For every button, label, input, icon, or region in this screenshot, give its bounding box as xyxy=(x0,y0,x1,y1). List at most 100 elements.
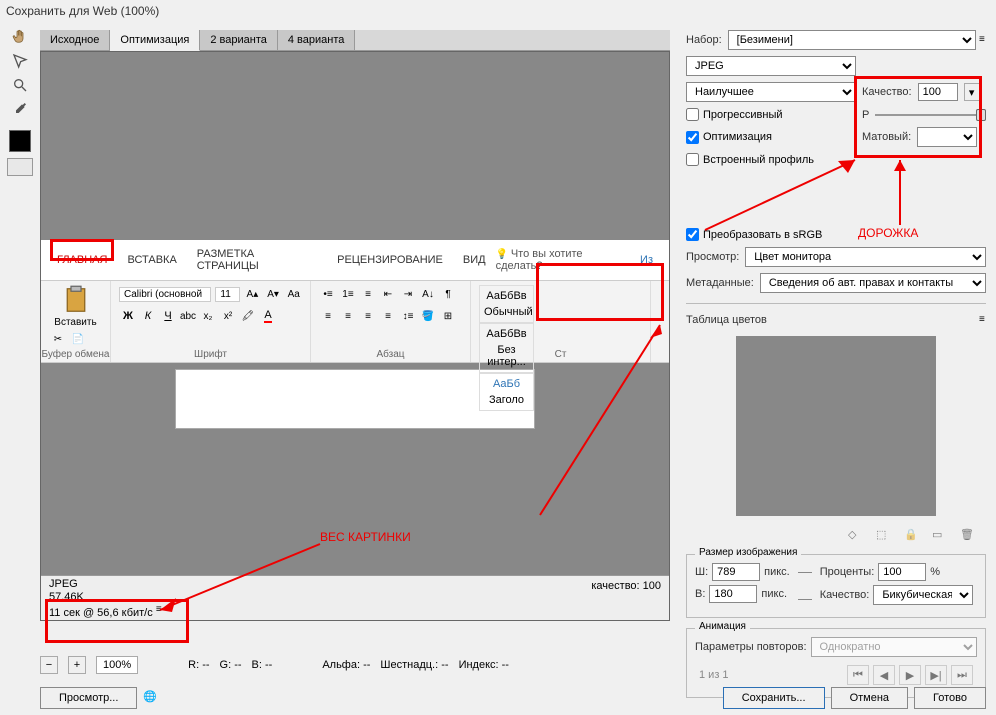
underline-icon[interactable]: Ч xyxy=(159,307,177,325)
link-dimensions-icon[interactable] xyxy=(798,572,812,600)
align-left-icon[interactable]: ≡ xyxy=(319,307,337,325)
ct-tool-2-icon[interactable]: ⬚ xyxy=(876,528,890,542)
decrease-font-icon[interactable]: A▾ xyxy=(265,285,282,303)
style-normal[interactable]: АаБбВв Обычный xyxy=(479,285,534,323)
color-table-menu-icon[interactable] xyxy=(982,314,986,326)
word-tab-home[interactable]: ГЛАВНАЯ xyxy=(47,248,117,272)
numbering-icon[interactable]: 1≡ xyxy=(339,285,357,303)
quality-input[interactable] xyxy=(918,83,958,101)
eyedropper-tool-icon[interactable] xyxy=(7,98,33,120)
show-marks-icon[interactable]: ¶ xyxy=(439,285,457,303)
height-input[interactable] xyxy=(709,585,757,603)
word-tab-layout[interactable]: РАЗМЕТКА СТРАНИЦЫ xyxy=(187,242,327,278)
style-no-spacing[interactable]: АаБбВв Без интер... xyxy=(479,323,534,373)
superscript-icon[interactable]: x² xyxy=(219,307,237,325)
hand-tool-icon[interactable] xyxy=(7,26,33,48)
info-menu-icon[interactable] xyxy=(159,604,163,616)
increase-font-icon[interactable]: A▴ xyxy=(244,285,261,303)
matte-select[interactable] xyxy=(917,127,977,147)
image-preview: ГЛАВНАЯ ВСТАВКА РАЗМЕТКА СТРАНИЦЫ РЕЦЕНЗ… xyxy=(40,51,670,621)
info-quality: качество: 100 xyxy=(591,578,661,592)
subscript-icon[interactable]: x₂ xyxy=(199,307,217,325)
copy-icon[interactable]: 📄 xyxy=(69,330,87,348)
word-tab-view[interactable]: ВИД xyxy=(453,248,496,272)
style-heading[interactable]: АаБб Заголо xyxy=(479,373,534,411)
preset-menu-icon[interactable] xyxy=(982,34,986,46)
justify-icon[interactable]: ≡ xyxy=(379,307,397,325)
increase-indent-icon[interactable]: ⇥ xyxy=(399,285,417,303)
width-input[interactable] xyxy=(712,563,760,581)
blur-label: Р xyxy=(862,109,869,121)
word-tell-me[interactable]: 💡 Что вы хотите сделать? xyxy=(496,248,630,272)
tab-2up[interactable]: 2 варианта xyxy=(200,30,278,50)
slice-select-tool-icon[interactable] xyxy=(7,50,33,72)
tab-original[interactable]: Исходное xyxy=(40,30,110,50)
word-edit-link[interactable]: Из xyxy=(630,248,663,272)
zoom-level[interactable]: 100% xyxy=(96,656,138,674)
resample-select[interactable]: Бикубическая xyxy=(873,585,973,605)
ct-delete-icon[interactable]: 🗑 xyxy=(960,528,974,542)
paragraph-group: •≡ 1≡ ≡ ⇤ ⇥ A↓ ¶ ≡ ≡ ≡ ≡ ↕≡ 🪣 xyxy=(311,281,471,362)
ct-tool-1-icon[interactable]: ◇ xyxy=(848,528,862,542)
width-label: Ш: xyxy=(695,566,708,578)
settings-panel: Набор: [Безимени] JPEG Наилучшее Качеств… xyxy=(686,30,986,698)
align-right-icon[interactable]: ≡ xyxy=(359,307,377,325)
embed-profile-label: Встроенный профиль xyxy=(703,154,814,166)
percent-input[interactable] xyxy=(878,563,926,581)
foreground-color-swatch[interactable] xyxy=(9,130,31,152)
done-button[interactable]: Готово xyxy=(914,687,986,709)
color-table xyxy=(736,336,936,516)
quality-preset-select[interactable]: Наилучшее xyxy=(686,82,856,102)
tab-4up[interactable]: 4 варианта xyxy=(278,30,356,50)
preset-label: Набор: xyxy=(686,34,722,46)
font-name-select[interactable]: Calibri (основной xyxy=(119,287,211,302)
embed-profile-checkbox[interactable] xyxy=(686,153,699,166)
metadata-select[interactable]: Сведения об авт. правах и контакты xyxy=(760,273,986,293)
clipboard-group: Вставить ✂ 📄 Буфер обмена xyxy=(41,281,111,362)
preset-select[interactable]: [Безимени] xyxy=(728,30,976,50)
font-size-select[interactable]: 11 xyxy=(215,287,240,302)
srgb-checkbox[interactable] xyxy=(686,228,699,241)
ct-lock-icon[interactable]: 🔒 xyxy=(904,528,918,542)
metadata-label: Метаданные: xyxy=(686,277,754,289)
paste-icon[interactable] xyxy=(61,285,91,315)
format-select[interactable]: JPEG xyxy=(686,56,856,76)
optimized-checkbox[interactable] xyxy=(686,131,699,144)
g-value: G: -- xyxy=(220,659,242,671)
image-size-fieldset: Размер изображения Ш: пикс. В: пикс. Про… xyxy=(686,554,986,618)
save-button[interactable]: Сохранить... xyxy=(723,687,825,709)
bold-icon[interactable]: Ж xyxy=(119,307,137,325)
borders-icon[interactable]: ⊞ xyxy=(439,307,457,325)
toggle-slices-icon[interactable] xyxy=(7,158,33,176)
zoom-out-icon[interactable]: − xyxy=(40,656,58,674)
browser-icon[interactable]: 🌐 xyxy=(143,690,159,706)
decrease-indent-icon[interactable]: ⇤ xyxy=(379,285,397,303)
font-color-icon[interactable]: A xyxy=(259,307,277,325)
loop-label: Параметры повторов: xyxy=(695,641,807,653)
sort-icon[interactable]: A↓ xyxy=(419,285,437,303)
frame-indicator: 1 из 1 xyxy=(699,669,729,681)
preview-select[interactable]: Цвет монитора xyxy=(745,247,986,267)
shading-icon[interactable]: 🪣 xyxy=(419,307,437,325)
strike-icon[interactable]: abc xyxy=(179,307,197,325)
preview-area: Исходное Оптимизация 2 варианта 4 вариан… xyxy=(40,30,670,650)
word-tab-review[interactable]: РЕЦЕНЗИРОВАНИЕ xyxy=(327,248,453,272)
highlight-icon[interactable]: 🖍 xyxy=(239,307,257,325)
cancel-button[interactable]: Отмена xyxy=(831,687,908,709)
bullets-icon[interactable]: •≡ xyxy=(319,285,337,303)
preview-button[interactable]: Просмотр... xyxy=(40,687,137,709)
blur-slider[interactable] xyxy=(875,114,986,116)
progressive-checkbox[interactable] xyxy=(686,108,699,121)
align-center-icon[interactable]: ≡ xyxy=(339,307,357,325)
quality-dropdown-icon[interactable]: ▾ xyxy=(964,83,980,101)
ct-new-icon[interactable]: ▭ xyxy=(932,528,946,542)
word-tab-insert[interactable]: ВСТАВКА xyxy=(117,248,186,272)
change-case-icon[interactable]: Aa xyxy=(285,285,302,303)
tab-optimized[interactable]: Оптимизация xyxy=(110,30,200,51)
zoom-in-icon[interactable]: + xyxy=(68,656,86,674)
multilevel-icon[interactable]: ≡ xyxy=(359,285,377,303)
line-spacing-icon[interactable]: ↕≡ xyxy=(399,307,417,325)
zoom-tool-icon[interactable] xyxy=(7,74,33,96)
italic-icon[interactable]: К xyxy=(139,307,157,325)
cut-icon[interactable]: ✂ xyxy=(49,330,67,348)
